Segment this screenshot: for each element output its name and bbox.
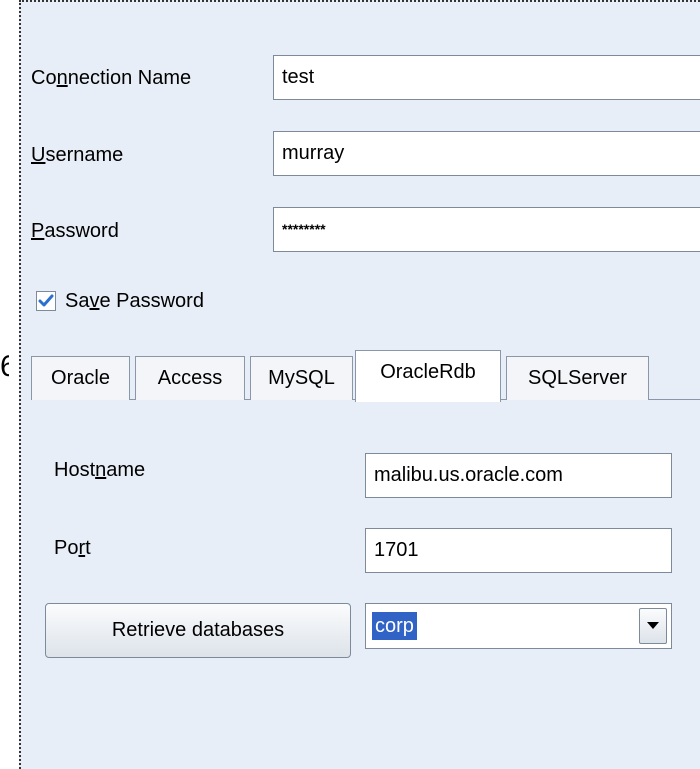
connection-name-field[interactable]: test: [273, 55, 700, 100]
check-icon: [38, 294, 54, 307]
tab-oracle[interactable]: Oracle: [31, 356, 130, 400]
database-selected-value: corp: [372, 612, 417, 640]
username-label: Username: [31, 144, 124, 166]
tab-sqlserver[interactable]: SQLServer: [506, 356, 649, 400]
retrieve-databases-button[interactable]: Retrieve databases: [45, 603, 351, 658]
port-field[interactable]: 1701: [365, 528, 672, 573]
username-field[interactable]: murray: [273, 131, 700, 176]
stray-glyph: 6: [0, 352, 9, 382]
hostname-field[interactable]: malibu.us.oracle.com: [365, 453, 672, 498]
connection-dialog: Connection Name test Username murray Pas…: [19, 0, 700, 769]
tab-access[interactable]: Access: [135, 356, 245, 400]
connection-name-label: Connection Name: [31, 67, 192, 89]
triangle-down-icon: [647, 622, 659, 629]
save-password-label: Save Password: [65, 290, 204, 312]
tab-mysql[interactable]: MySQL: [250, 356, 353, 400]
dropdown-arrow-button[interactable]: [639, 608, 667, 644]
password-field[interactable]: ********: [273, 207, 700, 252]
hostname-label: Hostname: [54, 459, 146, 481]
password-label: Password: [31, 220, 119, 242]
tab-oraclerdb[interactable]: OracleRdb: [355, 350, 501, 402]
port-label: Port: [54, 537, 91, 559]
database-select[interactable]: corp: [365, 603, 672, 649]
save-password-checkbox[interactable]: [36, 291, 56, 311]
